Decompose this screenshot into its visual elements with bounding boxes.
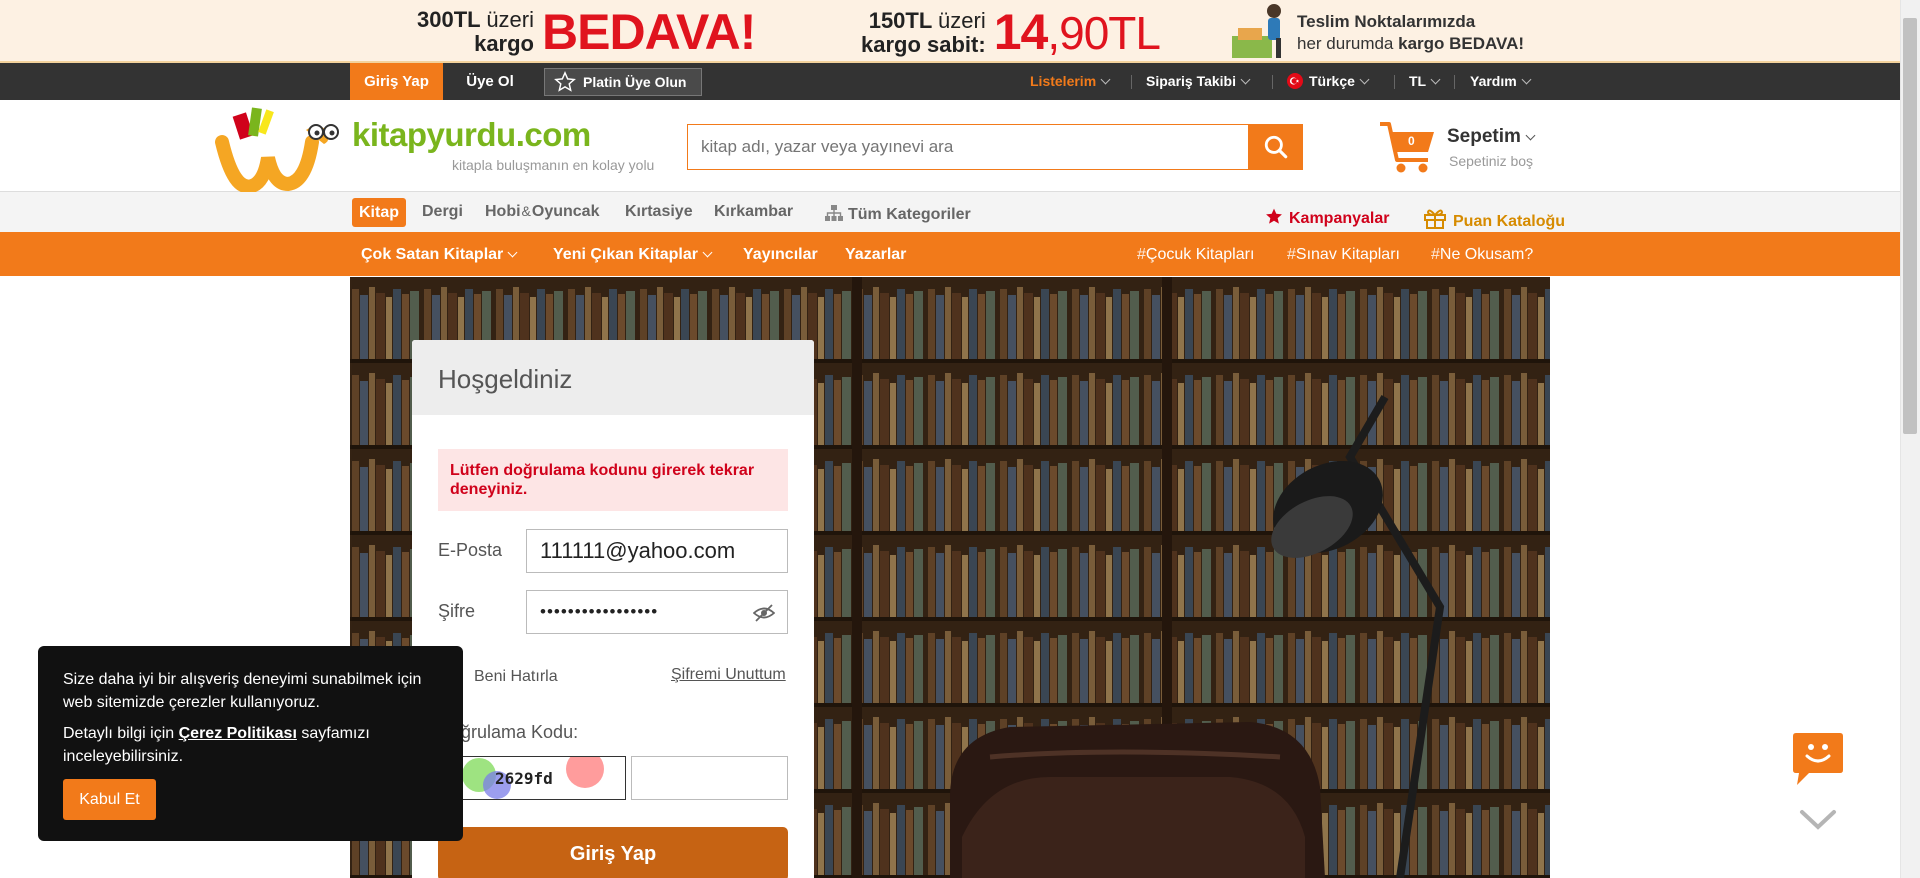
star-outline-icon <box>554 71 576 92</box>
category-kirtasiye[interactable]: Kırtasiye <box>625 203 693 221</box>
search-button[interactable] <box>1248 124 1303 170</box>
category-hobi-oyuncak[interactable]: Hobi&Oyuncak <box>485 203 599 221</box>
chevron-down-icon <box>507 247 518 258</box>
chevron-down-icon <box>1100 74 1111 85</box>
email-label: E-Posta <box>438 540 503 560</box>
login-title: Hoşgeldiniz <box>438 364 573 394</box>
main-menu-bar <box>0 232 1900 276</box>
promo-banner[interactable]: 300TL üzeri kargo BEDAVA! 150TL üzeri ka… <box>0 0 1900 63</box>
language-dropdown[interactable]: Türkçe <box>1287 63 1370 100</box>
chevron-down-icon <box>1525 130 1536 141</box>
cart-button[interactable]: 0 <box>1378 118 1438 176</box>
scrollbar-thumb[interactable] <box>1903 18 1917 434</box>
category-kitap[interactable]: Kitap <box>352 198 406 227</box>
login-card: Hoşgeldiniz Lütfen doğrulama kodunu gire… <box>412 340 814 878</box>
chevron-down-icon <box>1430 74 1441 85</box>
category-kirkambar[interactable]: Kırkambar <box>714 203 793 221</box>
promo-amount: 300TL <box>417 7 481 32</box>
divider <box>1394 75 1395 89</box>
email-field[interactable] <box>526 529 788 573</box>
hashtag-icon: # <box>1137 246 1146 263</box>
platin-membership-button[interactable]: Platin Üye Olun <box>544 68 702 96</box>
search-input[interactable] <box>687 124 1249 170</box>
order-tracking-dropdown[interactable]: Sipariş Takibi <box>1146 63 1251 100</box>
captcha-code: 2629fd <box>495 769 553 788</box>
platin-label: Platin Üye Olun <box>583 74 687 90</box>
login-submit-button[interactable]: Giriş Yap <box>438 827 788 878</box>
sitemap-icon <box>825 205 843 221</box>
login-link[interactable]: Giriş Yap <box>350 63 443 100</box>
eye-slash-icon[interactable] <box>753 604 775 622</box>
free-shipping-promo: 300TL üzeri kargo BEDAVA! <box>417 4 756 60</box>
promo-price: 14,90TL <box>993 4 1161 60</box>
kitapyurdu-logo-icon[interactable] <box>214 100 346 192</box>
all-categories-link[interactable]: Tüm Kategoriler <box>825 203 971 224</box>
publishers-menu[interactable]: Yayıncılar <box>743 246 818 264</box>
authors-menu[interactable]: Yazarlar <box>845 246 906 264</box>
new-releases-menu[interactable]: Yeni Çıkan Kitaplar <box>553 246 713 264</box>
cookie-consent-popup: Size daha iyi bir alışveriş deneyimi sun… <box>38 646 463 841</box>
promo-amount-suffix: üzeri <box>938 7 986 33</box>
category-dergi[interactable]: Dergi <box>422 203 463 221</box>
chevron-down-icon <box>1521 74 1532 85</box>
hashtag-icon: # <box>1431 246 1440 263</box>
lists-dropdown[interactable]: Listelerim <box>1030 63 1111 100</box>
tag-children-books[interactable]: #Çocuk Kitapları <box>1137 246 1254 264</box>
cart-subtitle: Sepetiniz boş <box>1449 153 1534 169</box>
cookie-details: Detaylı bilgi için Çerez Politikası sayf… <box>63 725 370 765</box>
forgot-password-link[interactable]: Şifremi Unuttum <box>671 666 786 684</box>
logo-wordmark[interactable]: kitapyurdu.com <box>352 116 591 154</box>
promo-big-text: BEDAVA! <box>542 4 756 60</box>
tag-what-to-read[interactable]: #Ne Okusam? <box>1431 246 1533 264</box>
logo-tagline: kitapla buluşmanın en kolay yolu <box>452 157 655 173</box>
promo-line2: kargo sabit: <box>861 31 986 57</box>
chevron-down-icon <box>1240 74 1251 85</box>
campaigns-link[interactable]: Kampanyalar <box>1264 204 1390 228</box>
captcha-input[interactable] <box>631 756 788 800</box>
promo-amount: 150TL <box>868 7 932 33</box>
help-dropdown[interactable]: Yardım <box>1470 63 1532 100</box>
remember-me-label[interactable]: Beni Hatırla <box>474 668 558 686</box>
cookie-policy-link[interactable]: Çerez Politikası <box>179 725 297 742</box>
tag-exam-books[interactable]: #Sınav Kitapları <box>1287 246 1400 264</box>
points-catalog-link[interactable]: Puan Kataloğu <box>1423 204 1565 231</box>
captcha-image: 2629fd <box>438 756 626 800</box>
bestsellers-menu[interactable]: Çok Satan Kitaplar <box>361 246 518 264</box>
gift-icon <box>1424 209 1446 229</box>
hashtag-icon: # <box>1287 246 1296 263</box>
pickup-promo: Teslim Noktalarımızda her durumda kargo … <box>1297 12 1525 53</box>
divider <box>1131 75 1132 89</box>
chevron-down-icon <box>1359 74 1370 85</box>
chevron-down-icon <box>702 247 713 258</box>
error-message: Lütfen doğrulama kodunu girerek tekrar d… <box>438 449 788 511</box>
promo-amount-suffix: üzeri <box>486 7 534 32</box>
search-icon <box>1264 135 1287 159</box>
password-field[interactable] <box>526 590 788 634</box>
chat-smiley-icon[interactable] <box>1793 733 1843 785</box>
password-label: Şifre <box>438 601 476 621</box>
cart-count: 0 <box>1408 134 1415 148</box>
promo-line2: kargo <box>474 31 534 56</box>
cookie-message: Size daha iyi bir alışveriş deneyimi sun… <box>63 671 422 711</box>
turkey-flag-icon <box>1287 73 1303 89</box>
cart-title[interactable]: Sepetim <box>1447 126 1536 148</box>
currency-dropdown[interactable]: TL <box>1409 63 1441 100</box>
divider <box>1272 75 1273 89</box>
top-bar: Giriş Yap Üye Ol Platin Üye Olun Listele… <box>0 63 1900 100</box>
star-icon <box>1266 208 1282 224</box>
delivery-person-icon <box>1232 4 1281 58</box>
fixed-shipping-promo: 150TL üzeri kargo sabit: 14,90TL <box>861 4 1161 60</box>
chevron-down-icon[interactable] <box>1799 808 1837 832</box>
accept-cookies-button[interactable]: Kabul Et <box>63 779 156 820</box>
signup-link[interactable]: Üye Ol <box>456 63 524 100</box>
divider <box>1454 75 1455 89</box>
